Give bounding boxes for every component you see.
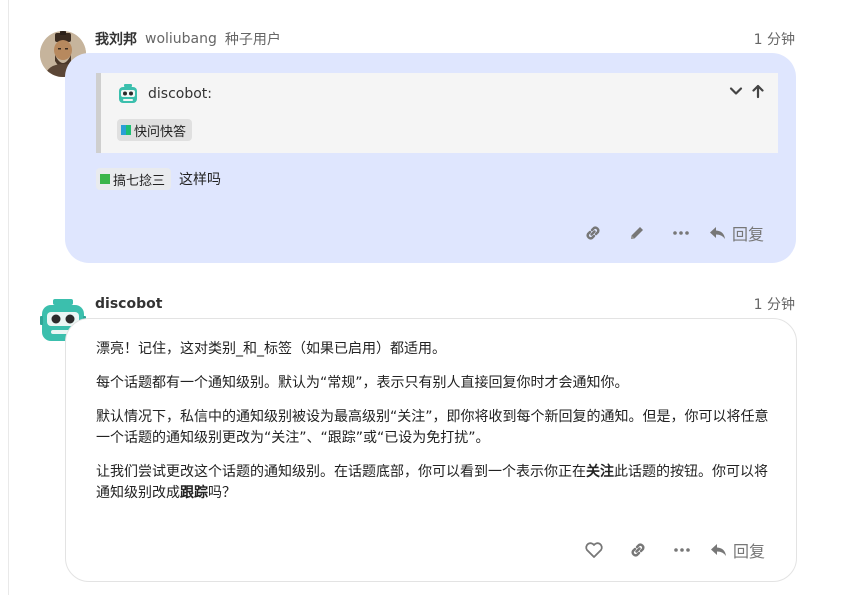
post-text: 这样吗 [179,172,222,188]
post-actions: 回复 [571,217,764,249]
user-handle[interactable]: woliubang [145,31,217,47]
post-time[interactable]: 1 分钟 [754,294,795,314]
discobot-avatar-icon [119,84,137,103]
post-meta: discobot 1 分钟 [95,294,795,314]
reply-icon [710,544,726,556]
paragraph-text: 吗？ [208,485,236,501]
category-badge[interactable]: 快问快答 [117,119,193,141]
quote-controls [728,83,766,99]
category-label: 快问快答 [134,124,187,140]
edit-pencil-icon[interactable] [615,217,659,249]
more-options-icon[interactable] [660,534,704,566]
user-title: 种子用户 [224,32,281,48]
username[interactable]: discobot [95,296,162,312]
category-color-icon [121,125,131,135]
post-content: 搞七捻三 这样吗 [96,168,221,190]
post-paragraph: 让我们尝试更改这个话题的通知级别。在话题底部，你可以看到一个表示你正在关注此话题… [96,462,776,504]
post-paragraph: 漂亮！记住，这对类别_和_标签（如果已启用）都适用。 [96,341,446,357]
bold-text: 跟踪 [180,485,208,501]
link-icon[interactable] [616,534,660,566]
category-label: 搞七捻三 [113,173,166,189]
reply-label: 回复 [731,225,764,244]
username[interactable]: 我刘邦 [95,29,137,49]
quote-block: discobot: 快问快答 [96,73,778,153]
chevron-down-icon[interactable] [728,83,744,99]
post-meta: 我刘邦 woliubang 种子用户 1 分钟 [95,29,795,49]
paragraph-text: 让我们尝试更改这个话题的通知级别。在话题底部，你可以看到一个表示你正在 [96,464,586,480]
reply-icon [709,227,725,239]
post-actions: 回复 [572,534,765,566]
more-options-icon[interactable] [659,217,703,249]
post-paragraph: 每个话题都有一个通知级别。默认为“常规”，表示只有别人直接回复你时才会通知你。 [96,375,629,391]
category-color-icon [100,174,110,184]
arrow-up-icon[interactable] [750,83,766,99]
bold-text: 关注 [586,464,614,480]
left-divider [8,0,9,595]
post-card: 漂亮！记住，这对类别_和_标签（如果已启用）都适用。 每个话题都有一个通知级别。… [65,318,797,582]
link-icon[interactable] [571,217,615,249]
post-bubble: discobot: 快问快答 搞七捻三 这样吗 回复 [65,53,796,263]
quote-username[interactable]: discobot: [148,86,212,102]
post-paragraph: 默认情况下，私信中的通知级别被设为最高级别“关注”，即你将收到每个新回复的通知。… [96,409,769,446]
post-body: 漂亮！记住，这对类别_和_标签（如果已启用）都适用。 每个话题都有一个通知级别。… [96,339,776,517]
post-time[interactable]: 1 分钟 [754,29,795,49]
reply-button[interactable]: 回复 [710,538,765,562]
category-badge[interactable]: 搞七捻三 [96,168,172,190]
reply-button[interactable]: 回复 [709,221,764,245]
like-heart-icon[interactable] [572,534,616,566]
reply-label: 回复 [732,542,765,561]
